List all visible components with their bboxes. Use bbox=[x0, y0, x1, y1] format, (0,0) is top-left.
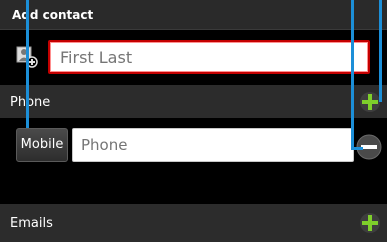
plus-icon bbox=[360, 213, 380, 233]
add-phone-button[interactable] bbox=[359, 91, 381, 113]
phone-input[interactable] bbox=[72, 128, 354, 162]
callout-line-mobile bbox=[26, 0, 29, 128]
name-row bbox=[0, 30, 387, 85]
callout-line-minus-horizontal bbox=[351, 147, 363, 150]
add-email-button[interactable] bbox=[359, 212, 381, 234]
page-title: Add contact bbox=[12, 8, 94, 22]
callout-line-minus-vertical bbox=[351, 0, 354, 150]
phone-type-button[interactable]: Mobile bbox=[16, 128, 68, 162]
name-input[interactable] bbox=[48, 40, 370, 74]
emails-section-header: Emails bbox=[0, 204, 387, 242]
phone-section-label: Phone bbox=[10, 95, 51, 110]
phone-section-header: Phone bbox=[0, 85, 387, 119]
plus-icon bbox=[360, 92, 380, 112]
phone-entry-row: Mobile bbox=[0, 118, 387, 204]
title-bar: Add contact bbox=[0, 0, 387, 30]
callout-line-plus bbox=[379, 0, 382, 102]
emails-section-label: Emails bbox=[10, 216, 53, 231]
